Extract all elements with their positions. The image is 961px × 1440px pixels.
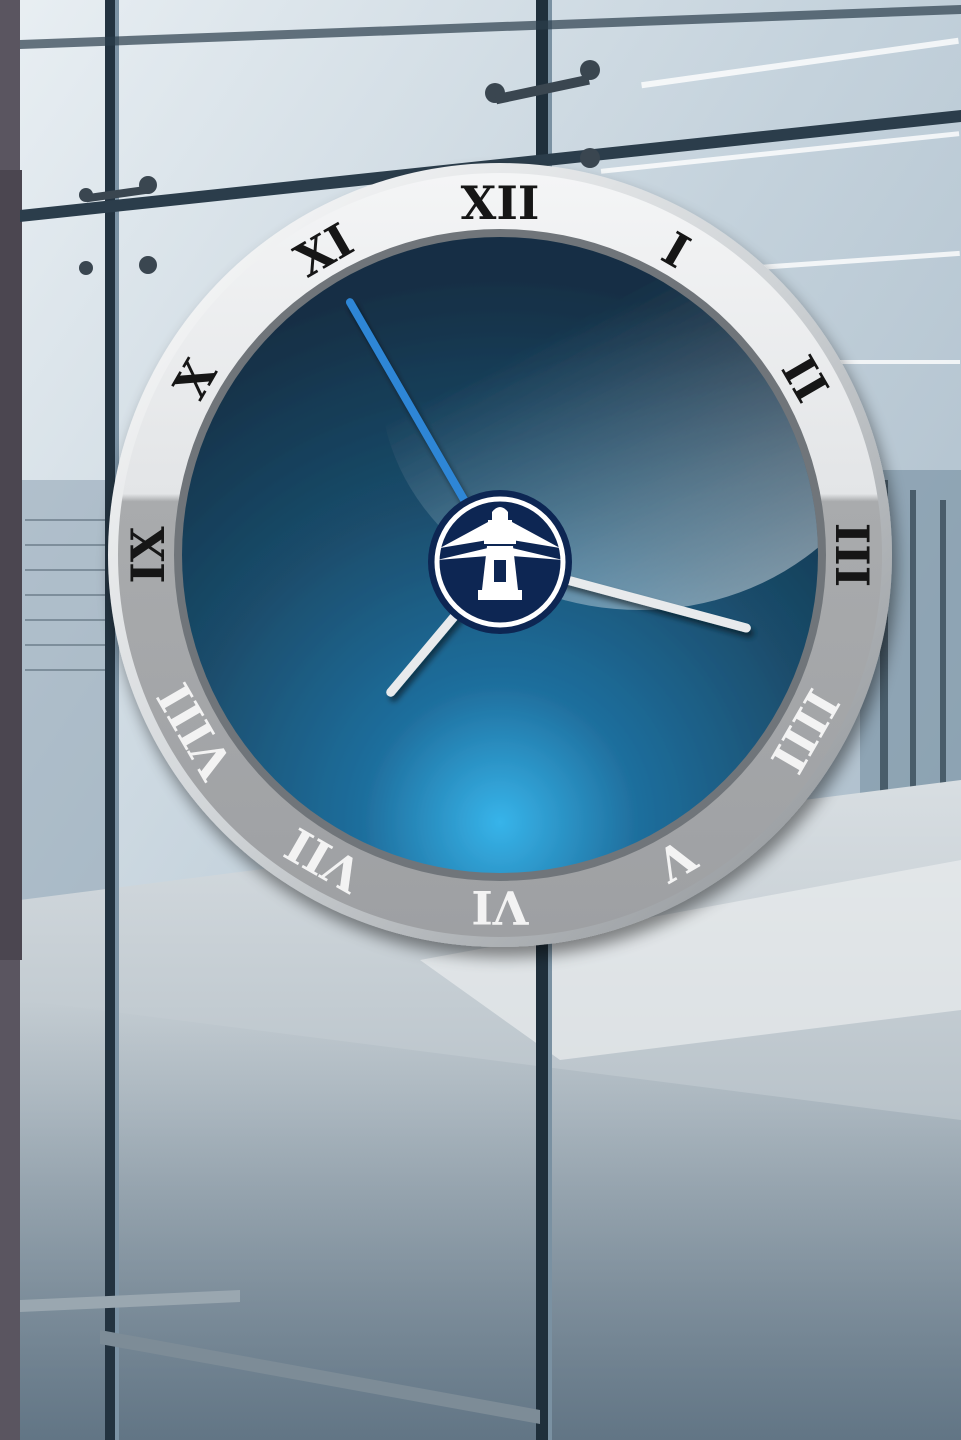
office-glass-wall-background: XIIIIIIIIIIIIVVIVIIVIIIIXXXI (0, 0, 961, 1440)
clock-numeral: VI (471, 880, 529, 934)
clock-numeral: III (825, 523, 879, 588)
clock-numeral: IX (121, 526, 175, 584)
clock-numeral: XII (461, 176, 540, 230)
photo-scene: XII I II III IIII V VI VII VIII IX X XI (0, 0, 961, 1440)
lighthouse-icon (428, 490, 572, 634)
left-frame-panel (0, 170, 22, 960)
